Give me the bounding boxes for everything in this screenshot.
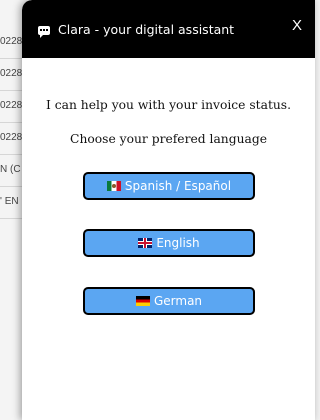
list-item-text: ' EN bbox=[0, 196, 19, 207]
english-language-button[interactable]: English bbox=[83, 229, 255, 257]
close-button[interactable]: X bbox=[287, 16, 307, 36]
list-item-text: 0228 bbox=[0, 132, 23, 143]
button-label: English bbox=[156, 236, 200, 250]
chat-bubble-icon bbox=[38, 26, 50, 38]
spanish-language-button[interactable]: Spanish / Español bbox=[83, 172, 255, 200]
mexico-flag-icon bbox=[106, 181, 121, 191]
chat-widget: Clara - your digital assistant X I can h… bbox=[22, 0, 315, 420]
greeting-message: I can help you with your invoice status. bbox=[45, 98, 292, 112]
button-label: German bbox=[153, 294, 203, 308]
list-item-text: 0228 bbox=[0, 68, 23, 79]
list-item-text: 0228 bbox=[0, 100, 23, 111]
chat-header: Clara - your digital assistant X bbox=[22, 0, 315, 58]
list-item-text: N (C bbox=[0, 164, 21, 175]
german-language-button[interactable]: German bbox=[83, 287, 255, 315]
list-item-text: 0228 bbox=[0, 36, 23, 47]
germany-flag-icon bbox=[135, 296, 150, 306]
language-prompt: Choose your prefered language bbox=[70, 132, 267, 146]
button-label: Spanish / Español bbox=[124, 179, 232, 193]
uk-flag-icon bbox=[138, 238, 153, 248]
chat-title: Clara - your digital assistant bbox=[58, 22, 235, 37]
